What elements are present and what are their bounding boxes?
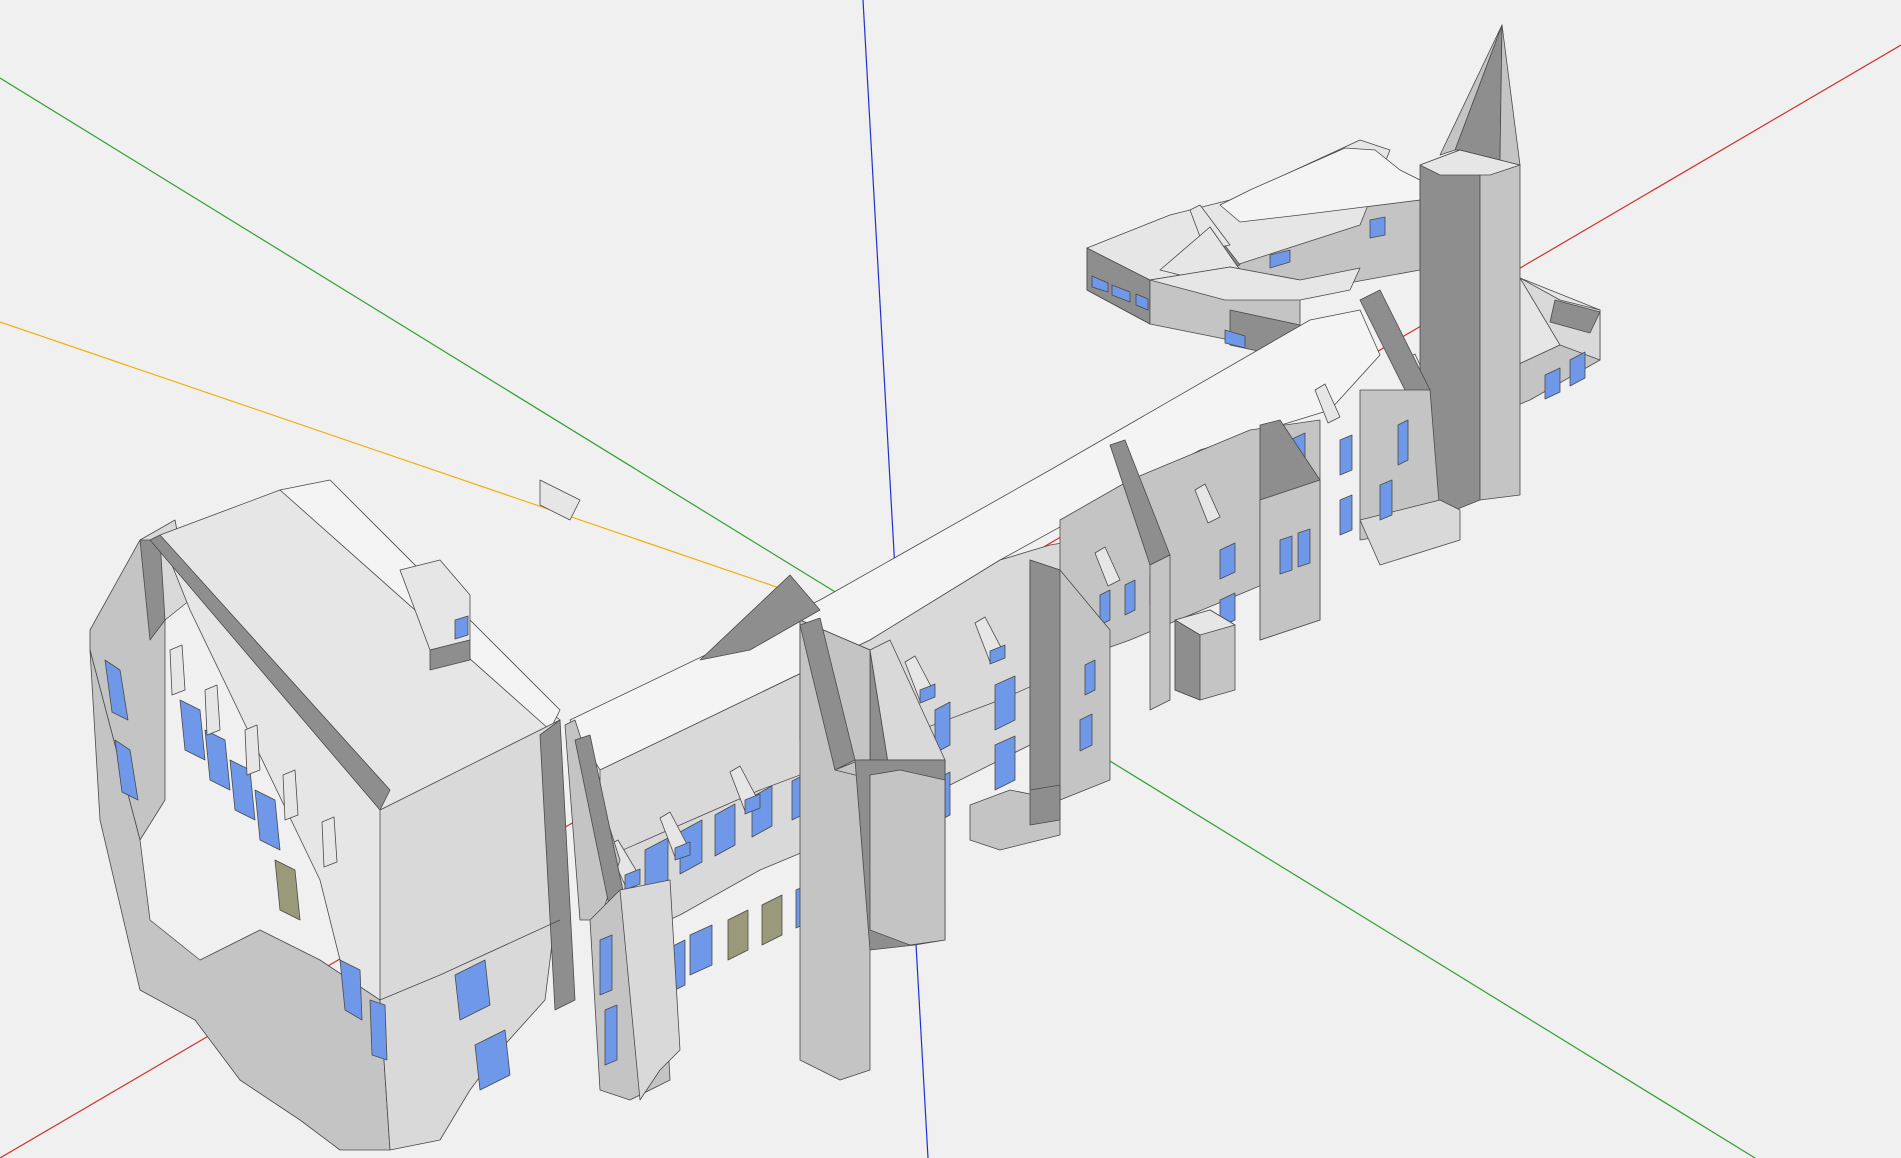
west-dormer [244,724,261,776]
facade-window [1297,528,1311,568]
west-dormer [204,684,221,736]
facade-window [1079,713,1093,752]
scene-canvas[interactable] [0,0,1901,1158]
west-bay-window [599,934,613,996]
central-block-mid [869,769,946,946]
west-bay-window [604,1004,618,1066]
west-dormer [282,769,299,821]
tower-base-window [1339,494,1353,536]
west-dormer [321,816,338,868]
facade-window [1124,579,1136,616]
3d-viewport[interactable] [0,0,1901,1158]
facade-window [994,675,1016,731]
facade-window [1084,659,1096,696]
facade-window [1279,535,1293,575]
west-wing-window [369,999,388,1061]
north-wing-window [1369,216,1386,239]
west-roof-box-window [454,615,469,640]
tower-base-window [1339,434,1353,476]
tower-base-window [1397,419,1409,466]
cross-gable-3 [1149,554,1171,711]
west-dormer [169,644,186,696]
cross-gable-2-shadow [1029,559,1061,801]
facade-window [994,735,1016,791]
tower-base-window [1379,479,1393,521]
porch-shadow [1029,784,1061,826]
